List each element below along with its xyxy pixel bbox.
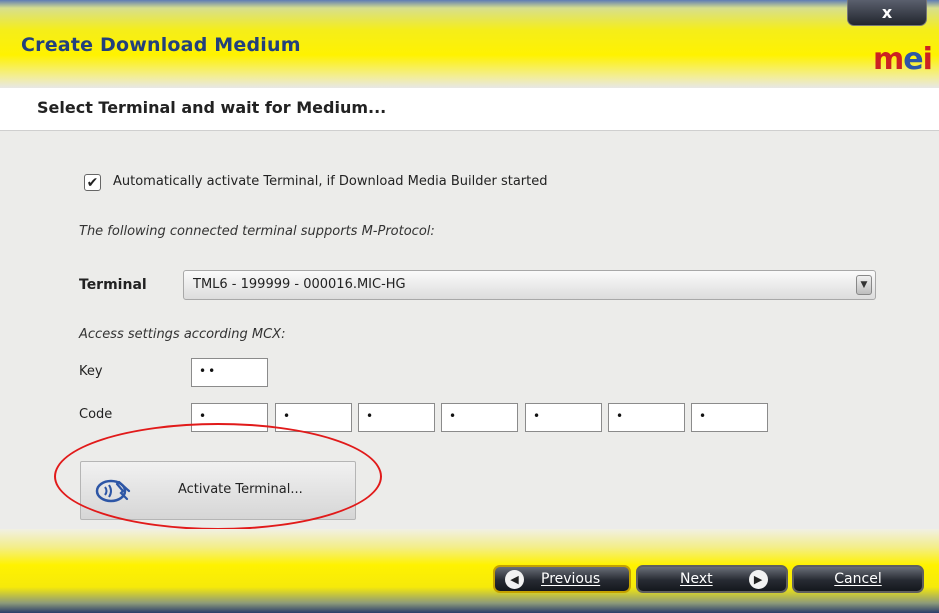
logo-m: m xyxy=(873,42,904,77)
window-title: Create Download Medium xyxy=(21,34,301,56)
code-field-1[interactable]: • xyxy=(191,403,268,432)
code-label: Code xyxy=(79,407,113,422)
terminal-label: Terminal xyxy=(79,277,147,293)
auto-activate-checkbox[interactable]: ✔ xyxy=(84,174,101,191)
logo-e: e xyxy=(903,42,923,77)
code-field-5[interactable]: • xyxy=(525,403,602,432)
mei-logo: mei xyxy=(873,42,933,77)
chevron-down-icon[interactable]: ▼ xyxy=(856,275,872,295)
activate-terminal-label: Activate Terminal... xyxy=(178,482,303,497)
key-field[interactable]: •• xyxy=(191,358,268,387)
code-field-4[interactable]: • xyxy=(441,403,518,432)
next-button[interactable]: Next ▶ xyxy=(636,565,788,593)
terminal-select-value: TML6 - 199999 - 000016.MIC-HG xyxy=(193,277,406,292)
code-field-2[interactable]: • xyxy=(275,403,352,432)
previous-label: Previous xyxy=(541,571,601,587)
cancel-button[interactable]: Cancel xyxy=(792,565,924,593)
next-label: Next xyxy=(680,571,713,587)
protocol-note: The following connected terminal support… xyxy=(79,224,435,239)
activate-terminal-button[interactable]: Activate Terminal... xyxy=(80,461,356,520)
key-label: Key xyxy=(79,364,103,379)
checkmark-icon: ✔ xyxy=(86,174,99,191)
arrow-right-icon: ▶ xyxy=(748,569,768,589)
code-field-3[interactable]: • xyxy=(358,403,435,432)
close-button[interactable]: x xyxy=(847,0,927,26)
code-field-7[interactable]: • xyxy=(691,403,768,432)
dialog-window: Create Download Medium x mei Select Term… xyxy=(0,0,939,613)
access-settings-note: Access settings according MCX: xyxy=(79,327,286,342)
code-field-6[interactable]: • xyxy=(608,403,685,432)
terminal-select[interactable]: TML6 - 199999 - 000016.MIC-HG ▼ xyxy=(183,270,876,300)
logo-i: i xyxy=(922,42,933,77)
cancel-label: Cancel xyxy=(834,571,882,587)
page-subtitle: Select Terminal and wait for Medium... xyxy=(37,98,387,117)
arrow-left-icon: ◀ xyxy=(505,569,524,589)
contactless-card-icon xyxy=(95,479,131,503)
previous-button[interactable]: ◀ Previous xyxy=(493,565,631,593)
auto-activate-label: Automatically activate Terminal, if Down… xyxy=(113,174,548,189)
